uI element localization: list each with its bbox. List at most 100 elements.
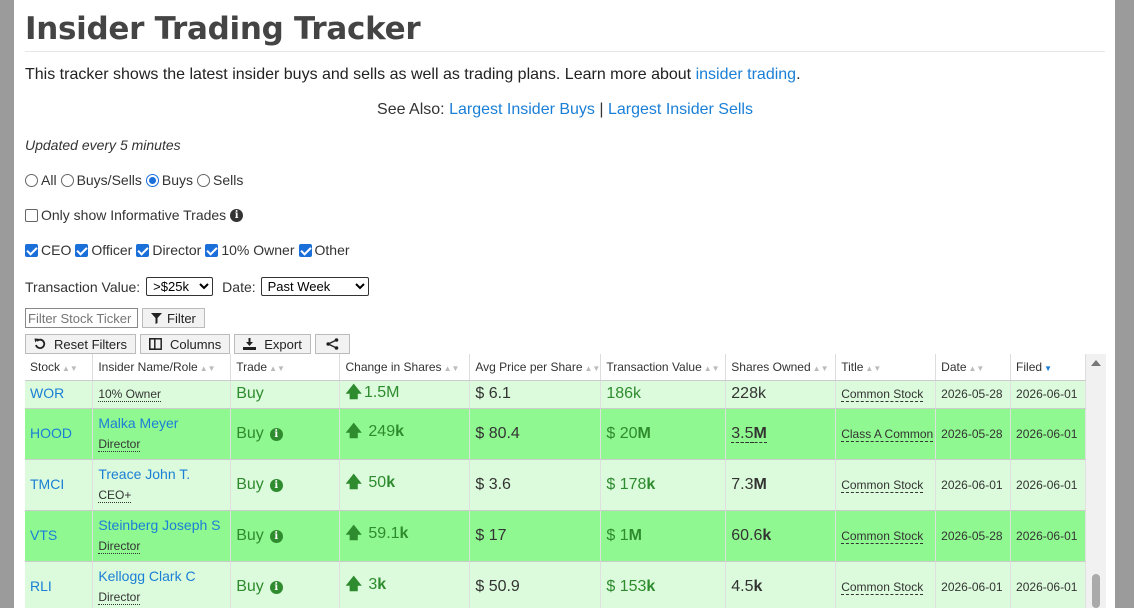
see-also-label: See Also: (377, 101, 445, 118)
stock-ticker[interactable]: RLI (30, 578, 52, 594)
table-row[interactable]: VTS Steinberg Joseph S Director Buy i 🡅 59… (25, 510, 1086, 562)
col-stock[interactable]: Stock ▲▼ (25, 354, 94, 381)
largest-insider-buys-link[interactable]: Largest Insider Buys (449, 101, 595, 118)
info-icon[interactable]: i (269, 529, 283, 543)
transaction-value-select[interactable]: >$25k (146, 277, 214, 296)
stock-ticker[interactable]: VTS (30, 527, 57, 543)
insider-name[interactable]: Steinberg Joseph S (98, 517, 230, 534)
value-unit: k (646, 475, 656, 493)
col-change[interactable]: Change in Shares ▲▼ (339, 354, 471, 381)
export-label: Export (264, 336, 302, 352)
change-unit: k (395, 423, 404, 440)
table-row[interactable]: TMCI Treace John T. CEO+ Buy i 🡅 50k $ 3.6… (25, 459, 1086, 511)
filter-button[interactable]: Filter (142, 308, 205, 328)
radio-all[interactable] (25, 173, 38, 187)
col-avg-price[interactable]: Avg Price per Share ▲▼ (469, 354, 602, 381)
info-icon[interactable]: i (230, 208, 244, 222)
sort-icon: ▲▼ (584, 363, 601, 373)
stock-ticker[interactable]: HOOD (30, 425, 72, 441)
trade-type: Buy (236, 577, 264, 595)
funnel-icon (151, 312, 162, 324)
insider-trading-link[interactable]: insider trading (696, 66, 797, 83)
reset-filters-button[interactable]: Reset Filters (25, 334, 136, 354)
informative-trades-checkbox[interactable] (25, 208, 38, 222)
checkbox-10-owner[interactable] (205, 243, 219, 257)
radio-sells[interactable] (197, 173, 211, 187)
owned-unit: M (753, 475, 767, 493)
filed-date: 2026-06-01 (1016, 426, 1078, 441)
info-icon[interactable]: i (269, 580, 283, 594)
insider-trades-table-wrapper: Stock ▲▼ Insider Name/Role ▲▼ Trade ▲▼ Chan… (25, 354, 1106, 608)
insider-name[interactable]: Treace John T. (98, 466, 230, 483)
checkbox-ceo[interactable] (25, 243, 38, 257)
col-value-label: Transaction Value (606, 359, 702, 374)
change-in-shares: 59.1 (368, 525, 400, 542)
share-button[interactable] (314, 334, 350, 354)
radio-buys-label: Buys (161, 172, 194, 188)
checkbox-other[interactable] (298, 243, 312, 257)
trade-type: Buy (236, 385, 264, 402)
updated-note: Updated every 5 minutes (25, 137, 181, 153)
shares-owned: 7.3 (731, 475, 754, 493)
ticker-filter-input[interactable] (25, 308, 138, 328)
avg-price: $ 50.9 (475, 577, 520, 595)
columns-button[interactable]: Columns (139, 334, 231, 354)
info-icon[interactable]: i (269, 427, 283, 441)
change-in-shares: 1.5M (363, 383, 400, 401)
arrow-up-icon: 🡅 (345, 423, 362, 440)
insider-role: Director (98, 436, 141, 452)
intro-text: This tracker shows the latest insider bu… (25, 66, 692, 83)
table-row[interactable]: WOR 10% Owner Buy 🡅 1.5M $ 6.1 186k 228k … (25, 380, 1086, 409)
stock-ticker[interactable]: WOR (30, 385, 64, 401)
insider-role: CEO+ (98, 487, 132, 503)
table-row[interactable]: RLI Kellogg Clark C Director Buy i 🡅 3k $ … (25, 561, 1086, 608)
info-icon[interactable]: i (269, 478, 283, 492)
undo-icon (34, 338, 46, 349)
col-insider[interactable]: Insider Name/Role ▲▼ (92, 354, 232, 381)
export-button[interactable]: Export (234, 334, 311, 354)
col-trade-label: Trade (236, 359, 268, 374)
col-title-label: Title (841, 359, 864, 374)
shares-owned: 3.5 (731, 424, 754, 443)
filed-date: 2026-06-01 (1016, 387, 1078, 401)
scrollbar-thumb[interactable] (1092, 574, 1100, 608)
col-trade[interactable]: Trade ▲▼ (230, 354, 341, 381)
insider-role: 10% Owner (98, 387, 162, 402)
largest-insider-sells-link[interactable]: Largest Insider Sells (608, 101, 753, 118)
avg-price: $ 80.4 (475, 424, 520, 442)
col-title[interactable]: Title ▲▼ (835, 354, 937, 381)
table-scrollbar[interactable] (1086, 354, 1106, 608)
stock-ticker[interactable]: TMCI (30, 476, 64, 492)
radio-buys[interactable] (145, 173, 159, 187)
col-value[interactable]: Transaction Value ▲▼ (600, 354, 727, 381)
change-in-shares: 3 (368, 576, 378, 593)
table-row[interactable]: HOOD Malka Meyer Director Buy i 🡅 249k $ 8… (25, 408, 1086, 460)
columns-label: Columns (169, 336, 222, 352)
radio-buys-sells[interactable] (60, 173, 74, 187)
col-filed[interactable]: Filed ▼ (1010, 354, 1086, 381)
scroll-up-icon[interactable] (1091, 360, 1101, 366)
checkbox-officer[interactable] (75, 243, 89, 257)
informative-trades-option: Only show Informative Trades i (25, 207, 1105, 223)
transaction-value: $ 153 (606, 577, 647, 595)
sort-icon: ▲▼ (199, 363, 216, 373)
change-in-shares: 50 (368, 474, 387, 491)
checkbox-director-label: Director (152, 242, 202, 258)
col-owned[interactable]: Shares Owned ▲▼ (725, 354, 837, 381)
security-title: Common Stock (841, 477, 924, 493)
insider-role: Director (98, 538, 141, 554)
trade-type: Buy (236, 526, 264, 544)
transaction-value-label: Transaction Value: (25, 278, 141, 295)
insider-name[interactable]: Malka Meyer (98, 415, 230, 432)
value-unit: k (646, 577, 656, 595)
checkbox-director[interactable] (136, 243, 150, 257)
checkbox-ceo-label: CEO (41, 242, 72, 258)
col-date[interactable]: Date ▲▼ (935, 354, 1012, 381)
transaction-value: $ 20 (606, 424, 638, 442)
insider-role: Director (98, 589, 141, 605)
insider-name[interactable]: Kellogg Clark C (98, 568, 230, 585)
filed-date: 2026-06-01 (1016, 579, 1078, 594)
date-select[interactable]: Past Week (260, 277, 369, 296)
informative-trades-label: Only show Informative Trades (41, 207, 227, 223)
owned-unit: k (762, 526, 772, 544)
